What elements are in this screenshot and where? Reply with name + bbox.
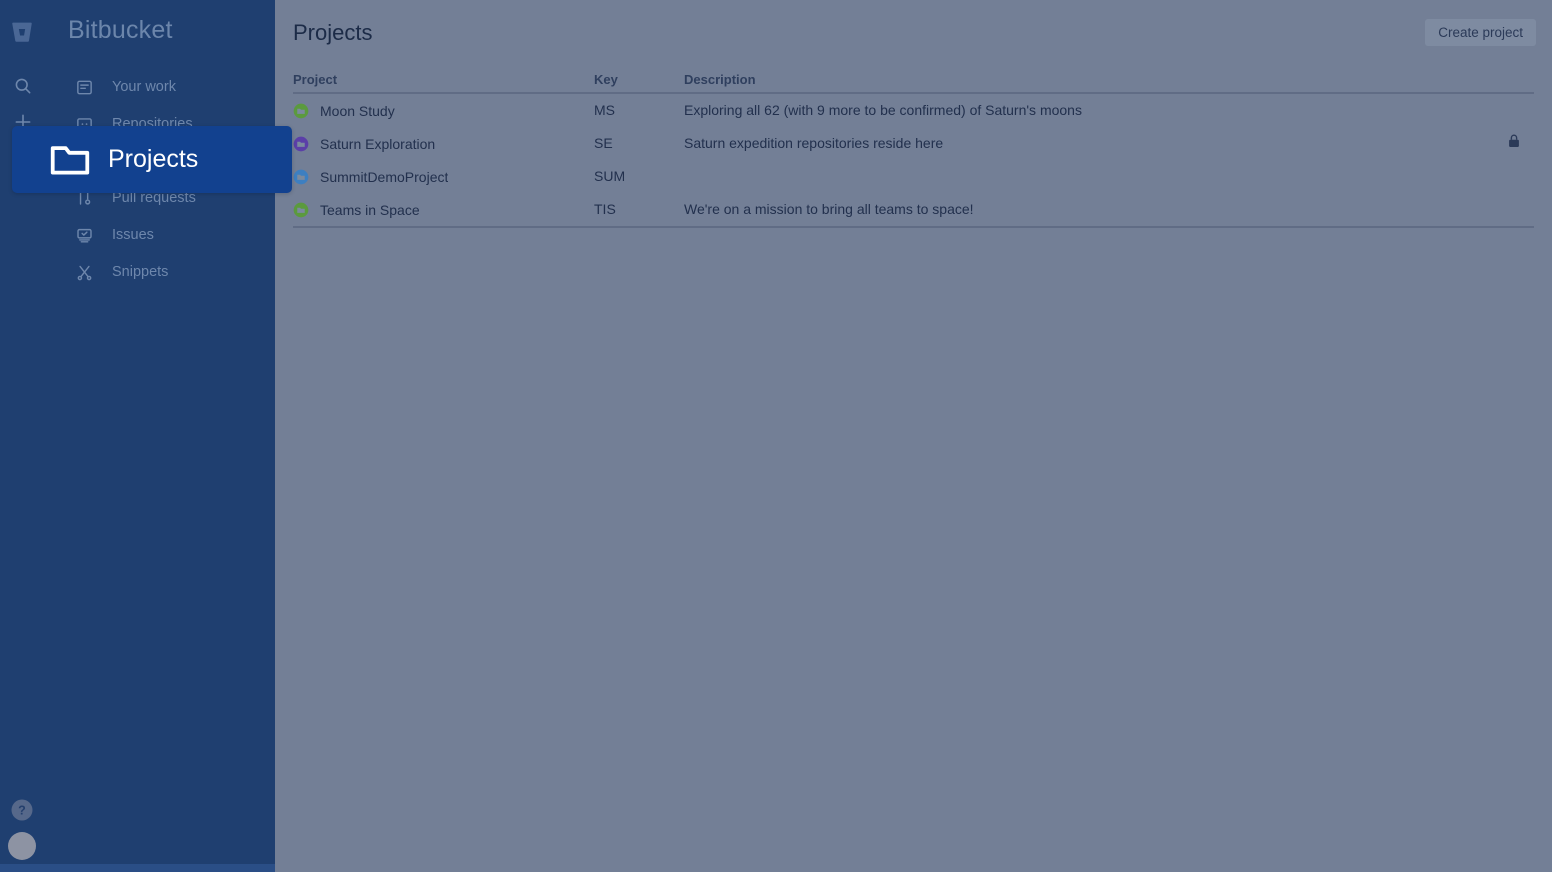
cell-project: Moon Study [293, 103, 594, 119]
cell-project: SummitDemoProject [293, 169, 594, 185]
cell-lock [1494, 133, 1534, 154]
column-header-project: Project [293, 71, 338, 87]
your-work-icon [72, 75, 96, 99]
table-header-row: Project Key Description [293, 66, 1534, 94]
cell-project: Saturn Exploration [293, 136, 594, 152]
cell-project: Teams in Space [293, 202, 594, 218]
cell-key: SE [594, 135, 684, 153]
create-project-button[interactable]: Create project [1425, 19, 1536, 46]
sidebar-item-label: Issues [112, 227, 154, 243]
folder-icon [48, 142, 92, 178]
table-row[interactable]: Moon Study MS Exploring all 62 (with 9 mor… [293, 94, 1534, 127]
table-body: Moon Study MS Exploring all 62 (with 9 mor… [293, 94, 1534, 228]
project-name[interactable]: SummitDemoProject [320, 169, 448, 185]
cell-description: Saturn expedition repositories reside he… [684, 135, 1494, 153]
project-name[interactable]: Teams in Space [320, 202, 420, 218]
sidebar-item-snippets[interactable]: Snippets [72, 255, 275, 289]
sidebar-item-your-work[interactable]: Your work [72, 70, 275, 104]
brand: Bitbucket [0, 8, 275, 56]
column-header-description: Description [684, 71, 756, 87]
cell-description: We're on a mission to bring all teams to… [684, 201, 1494, 219]
project-name[interactable]: Saturn Exploration [320, 136, 435, 152]
sidebar-bottom-strip [0, 864, 275, 872]
projects-tooltip-label: Projects [108, 145, 199, 173]
project-avatar-icon [293, 202, 309, 218]
svg-text:?: ? [18, 803, 26, 817]
column-header-key: Key [594, 71, 618, 87]
table-row[interactable]: Saturn Exploration SE Saturn expedition re… [293, 127, 1534, 160]
sidebar-item-issues[interactable]: Issues [72, 218, 275, 252]
project-description: Exploring all 62 (with 9 more to be conf… [684, 101, 1082, 118]
cell-key: TIS [594, 201, 684, 219]
help-circle-icon[interactable]: ? [10, 798, 34, 822]
cell-description: Exploring all 62 (with 9 more to be conf… [684, 102, 1494, 120]
project-key: SE [594, 134, 613, 151]
sidebar-item-label: Snippets [112, 264, 169, 280]
cell-key: MS [594, 102, 684, 120]
project-description: We're on a mission to bring all teams to… [684, 200, 974, 217]
project-avatar-icon [293, 136, 309, 152]
project-key: TIS [594, 200, 616, 217]
search-icon[interactable] [9, 72, 36, 99]
project-name[interactable]: Moon Study [320, 103, 395, 119]
table-row[interactable]: SummitDemoProject SUM [293, 160, 1534, 193]
page-title: Projects [293, 20, 373, 45]
project-key: MS [594, 101, 615, 118]
page-header: Projects Create project [293, 14, 1552, 58]
avatar[interactable] [8, 832, 36, 860]
issues-icon [72, 223, 96, 247]
brand-name: Bitbucket [68, 16, 173, 44]
table-row[interactable]: Teams in Space TIS We're on a mission to b… [293, 193, 1534, 226]
snippets-icon [72, 260, 96, 284]
projects-tooltip-highlight[interactable]: Projects [12, 126, 292, 193]
project-key: SUM [594, 167, 626, 184]
project-description: Saturn expedition repositories reside he… [684, 134, 944, 151]
project-avatar-icon [293, 169, 309, 185]
project-avatar-icon [293, 103, 309, 119]
bitbucket-logo-icon[interactable] [8, 18, 36, 46]
cell-key: SUM [594, 168, 684, 186]
main-content: Projects Create project Project Key Desc… [275, 0, 1552, 872]
lock-icon [1507, 133, 1521, 154]
projects-table: Project Key Description Moon Study MS Expl… [293, 66, 1534, 228]
sidebar-item-label: Your work [112, 79, 176, 95]
